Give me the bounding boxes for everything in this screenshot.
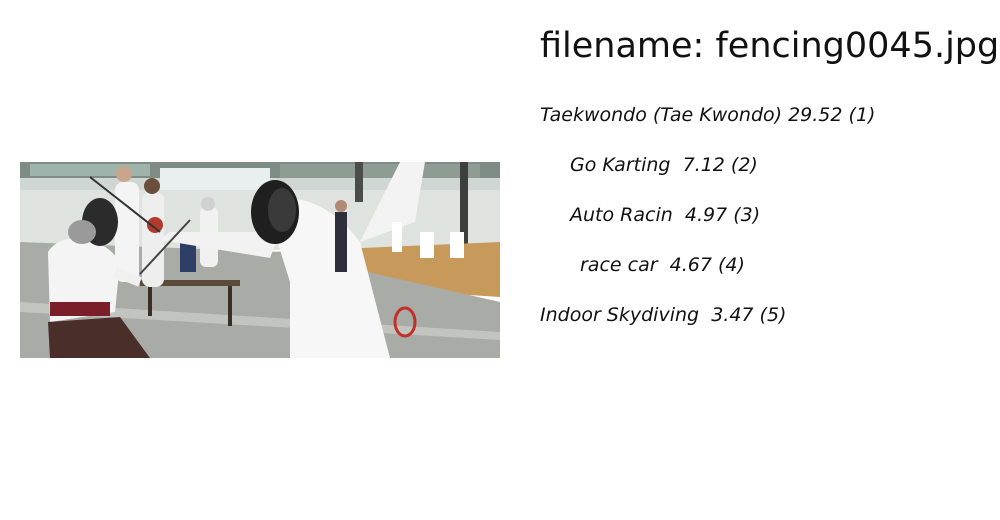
prediction-rank: (2) — [730, 154, 758, 176]
fencing-photo — [20, 162, 500, 358]
prediction-label: race car — [580, 254, 658, 276]
prediction-item: Indoor Skydiving 3.47 (5) — [540, 303, 786, 327]
classification-result-page: filename: fencing0045.jpg Taekwondo (Tae… — [0, 0, 1000, 520]
prediction-label: Auto Racin — [570, 204, 673, 226]
prediction-score: 3.47 — [711, 304, 754, 326]
prediction-item: Taekwondo (Tae Kwondo) 29.52 (1) — [540, 103, 875, 127]
prediction-rank: (5) — [759, 304, 787, 326]
prediction-score: 4.67 — [669, 254, 712, 276]
prediction-score: 4.97 — [684, 204, 728, 226]
fencing-photo-image — [20, 162, 500, 358]
prediction-rank: (3) — [733, 204, 761, 226]
prediction-rank: (1) — [848, 104, 876, 126]
prediction-item: Go Karting 7.12 (2) — [570, 153, 758, 177]
prediction-score: 7.12 — [682, 154, 725, 176]
prediction-item: race car 4.67 (4) — [580, 253, 745, 277]
prediction-label: Indoor Skydiving — [540, 304, 700, 326]
filename-value: fencing0045.jpg — [715, 26, 1000, 66]
prediction-item: Auto Racin 4.97 (3) — [570, 203, 760, 227]
prediction-rank: (4) — [717, 254, 745, 276]
filename-prefix: filename: — [540, 26, 716, 66]
prediction-label: Go Karting — [570, 154, 671, 176]
prediction-label: Taekwondo (Tae Kwondo) — [540, 104, 783, 126]
filename-heading: filename: fencing0045.jpg — [540, 24, 999, 68]
prediction-score: 29.52 — [788, 104, 843, 126]
